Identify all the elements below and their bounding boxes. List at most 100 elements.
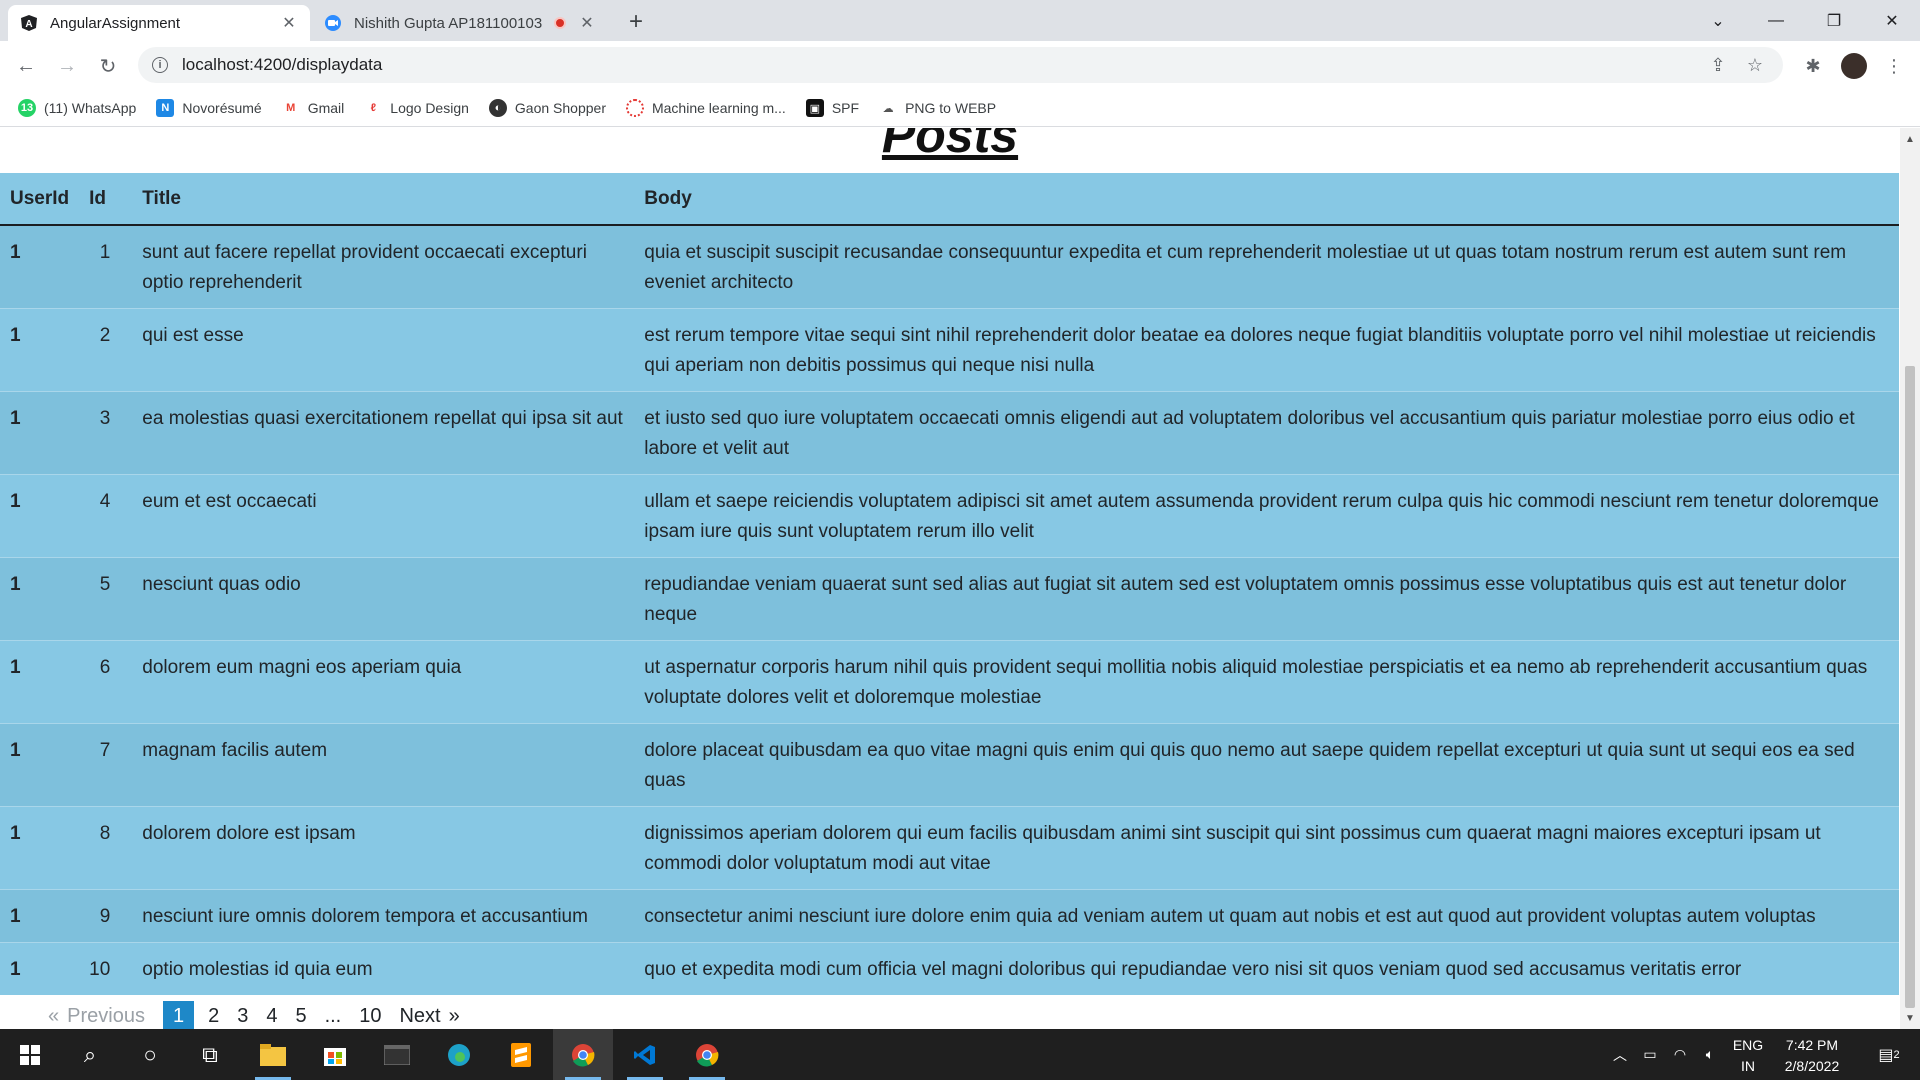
table-row: 1 1 sunt aut facere repellat provident occ…: [0, 224, 1899, 309]
cell-userid: 1: [0, 640, 80, 724]
bookmark-gaon-shopper[interactable]: ◐ Gaon Shopper: [488, 99, 606, 117]
cortana-icon[interactable]: ○: [120, 1029, 180, 1080]
language-code: ENG: [1732, 1037, 1764, 1053]
back-icon[interactable]: ←: [10, 50, 42, 82]
cell-body: et iusto sed quo iure voluptatem occaeca…: [634, 391, 1899, 475]
close-tab-icon[interactable]: ✕: [578, 14, 596, 32]
menu-icon[interactable]: ⋮: [1878, 50, 1910, 82]
windows-start-icon[interactable]: [0, 1029, 60, 1080]
cell-title: dolorem eum magni eos aperiam quia: [132, 640, 635, 724]
extensions-icon[interactable]: ✱: [1797, 50, 1829, 82]
site-info-icon[interactable]: i: [152, 57, 168, 73]
cell-userid: 1: [0, 889, 80, 943]
microsoft-store-icon[interactable]: [305, 1029, 365, 1080]
bookmark-logo-design[interactable]: ℓ Logo Design: [364, 99, 469, 117]
language-indicator[interactable]: ENG IN: [1728, 1035, 1768, 1077]
scroll-down-icon[interactable]: ▼: [1900, 1009, 1920, 1027]
network-icon[interactable]: ◠: [1665, 1029, 1695, 1080]
notifications-icon[interactable]: ▤ 2: [1864, 1029, 1914, 1080]
cell-body: quo et expedita modi cum officia vel mag…: [634, 942, 1899, 995]
task-view-icon[interactable]: ⧉: [180, 1029, 240, 1080]
table-row: 1 7 magnam facilis autem dolore placeat qui…: [0, 723, 1899, 807]
bookmark-label: Novorésumé: [182, 100, 262, 116]
battery-icon[interactable]: ▭: [1635, 1029, 1665, 1080]
scrollbar-thumb[interactable]: [1905, 366, 1915, 1008]
cell-userid: 1: [0, 723, 80, 807]
close-tab-icon[interactable]: ✕: [280, 14, 298, 32]
cell-body: ut aspernatur corporis harum nihil quis …: [634, 640, 1899, 724]
page-2-button[interactable]: 2: [208, 1005, 219, 1028]
volume-icon[interactable]: 🔈︎: [1695, 1029, 1725, 1080]
cell-body: dignissimos aperiam dolorem qui eum faci…: [634, 806, 1899, 890]
reload-icon[interactable]: ↻: [92, 50, 124, 82]
svg-text:A: A: [25, 19, 32, 30]
bookmark-png-to-webp[interactable]: ☁ PNG to WEBP: [879, 99, 996, 117]
cell-id: 10: [79, 942, 133, 995]
minimize-icon[interactable]: —: [1748, 0, 1804, 41]
cell-userid: 1: [0, 474, 80, 558]
page-scrollbar[interactable]: ▲ ▼: [1900, 128, 1920, 1029]
cell-title: sunt aut facere repellat provident occae…: [132, 224, 635, 309]
cell-id: 5: [79, 557, 133, 641]
taskbar-clock[interactable]: 7:42 PM 2/8/2022: [1770, 1035, 1854, 1077]
cell-id: 7: [79, 723, 133, 807]
page-10-button[interactable]: 10: [359, 1005, 381, 1028]
page-5-button[interactable]: 5: [295, 1005, 306, 1028]
cell-title: qui est esse: [132, 308, 635, 392]
profile-avatar[interactable]: [1838, 50, 1870, 82]
table-row: 1 9 nesciunt iure omnis dolorem tempora et…: [0, 889, 1899, 943]
page-3-button[interactable]: 3: [237, 1005, 248, 1028]
cell-body: repudiandae veniam quaerat sunt sed alia…: [634, 557, 1899, 641]
file-explorer-icon[interactable]: [243, 1029, 303, 1080]
restore-icon[interactable]: ❐: [1806, 0, 1862, 41]
table-row: 1 10 optio molestias id quia eum quo et exp…: [0, 942, 1899, 995]
bookmark-machine-learning[interactable]: Machine learning m...: [625, 99, 786, 117]
bookmark-gmail[interactable]: M Gmail: [281, 99, 345, 117]
cell-userid: 1: [0, 557, 80, 641]
vscode-icon[interactable]: [615, 1029, 675, 1080]
png-webp-icon: ☁: [879, 99, 898, 117]
chrome-profile-icon[interactable]: [677, 1029, 737, 1080]
page-viewport: Posts UserId Id Title Body 1 1 sunt aut fa…: [0, 128, 1920, 1029]
sublime-text-icon[interactable]: [491, 1029, 551, 1080]
new-tab-button[interactable]: +: [622, 8, 650, 36]
close-window-icon[interactable]: ✕: [1864, 0, 1920, 41]
bookmark-spf[interactable]: ▣ SPF: [805, 99, 859, 117]
address-bar[interactable]: i localhost:4200/displaydata ⇪ ☆: [138, 47, 1783, 83]
share-icon[interactable]: ⇪: [1703, 47, 1733, 83]
next-button[interactable]: Next: [399, 1005, 440, 1028]
scroll-up-icon[interactable]: ▲: [1900, 130, 1920, 148]
chrome-icon[interactable]: [553, 1029, 613, 1080]
edge-icon[interactable]: [429, 1029, 489, 1080]
bookmarks-bar: 13 (11) WhatsApp N Novorésumé M Gmail ℓ Logo…: [0, 90, 1920, 127]
table-header-row: UserId Id Title Body: [0, 173, 1899, 226]
page-1-button[interactable]: 1: [162, 1000, 195, 1029]
clock-date: 2/8/2022: [1784, 1058, 1840, 1074]
tab-angular-assignment[interactable]: A AngularAssignment ✕: [8, 5, 310, 41]
column-header-userid: UserId: [0, 173, 80, 226]
logo-design-icon: ℓ: [364, 99, 383, 117]
cell-title: magnam facilis autem: [132, 723, 635, 807]
bookmark-label: Gmail: [307, 100, 345, 116]
machine-learning-icon: [625, 99, 644, 117]
bookmark-whatsapp[interactable]: 13 (11) WhatsApp: [18, 99, 136, 117]
search-icon[interactable]: ⌕: [60, 1029, 120, 1080]
bookmark-star-icon[interactable]: ☆: [1740, 47, 1770, 83]
recording-icon: [554, 17, 566, 29]
bookmark-novoresume[interactable]: N Novorésumé: [156, 99, 262, 117]
table-row: 1 6 dolorem eum magni eos aperiam quia ut a…: [0, 640, 1899, 724]
terminal-icon[interactable]: [367, 1029, 427, 1080]
cell-userid: 1: [0, 391, 80, 475]
previous-button[interactable]: Previous: [67, 1005, 145, 1028]
cell-userid: 1: [0, 806, 80, 890]
forward-icon[interactable]: →: [51, 50, 83, 82]
cell-userid: 1: [0, 308, 80, 392]
tab-search-icon[interactable]: ⌄: [1690, 0, 1746, 41]
cell-title: nesciunt iure omnis dolorem tempora et a…: [132, 889, 635, 943]
tab-zoom-meeting[interactable]: Nishith Gupta AP181100103 ✕: [312, 5, 608, 41]
cell-title: eum et est occaecati: [132, 474, 635, 558]
next-glyph: »: [448, 1004, 460, 1027]
bookmark-label: Logo Design: [390, 100, 469, 116]
page-4-button[interactable]: 4: [266, 1005, 277, 1028]
show-hidden-icons-icon[interactable]: ︿: [1605, 1029, 1635, 1080]
